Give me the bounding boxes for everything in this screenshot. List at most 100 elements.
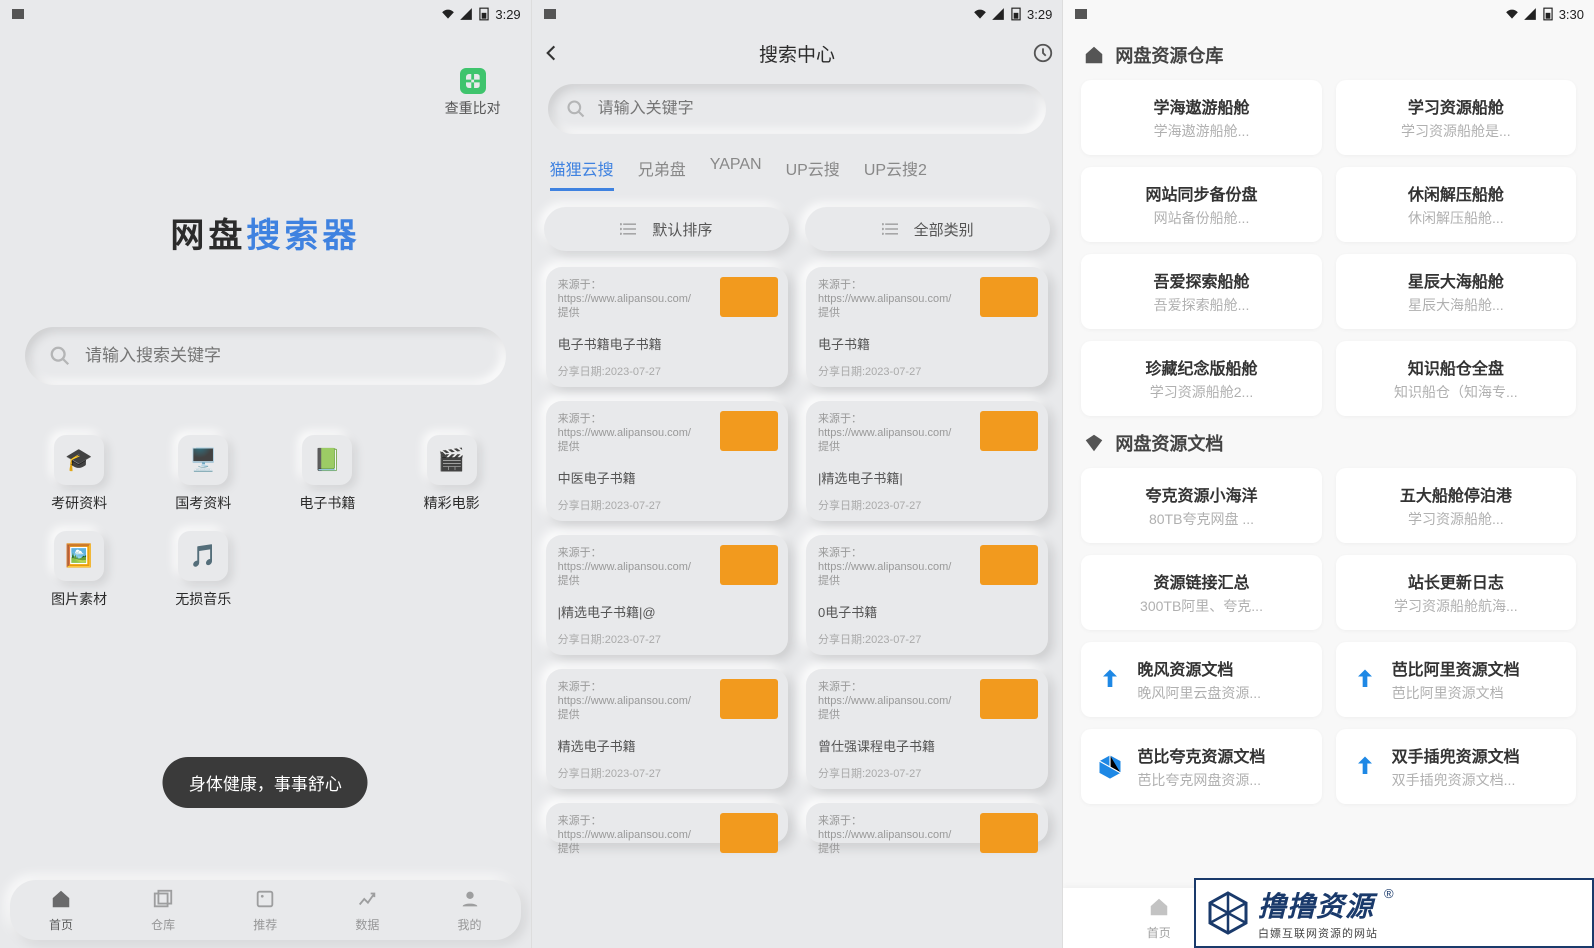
repo-card[interactable]: 网站同步备份盘网站备份船舱... [1081,167,1321,242]
tab-label: 数据 [355,916,379,933]
result-card[interactable]: 来源于：https://www.alipansou.com/提供 0电子书籍 分… [806,535,1048,655]
result-source: 来源于：https://www.alipansou.com/提供 [818,413,928,454]
repo-card[interactable]: 休闲解压船舱休闲解压船舱... [1336,167,1576,242]
source-tab[interactable]: UP云搜2 [864,156,927,191]
repo-title: 芭比阿里资源文档 [1392,656,1564,680]
page-header: 搜索中心 [532,28,1063,78]
repo-title: 知识船仓全盘 [1348,355,1564,379]
signal-icon [991,7,1005,21]
result-date: 分享日期:2023-07-27 [558,765,776,781]
result-thumbnail [980,679,1038,719]
tab-icon [152,888,174,910]
compare-button[interactable]: 查重比对 [445,68,501,118]
category-label: 考研资料 [22,493,136,513]
repo-title: 吾爱探索船舱 [1093,268,1309,292]
repo-subtitle: 双手插兜资源文档... [1392,770,1564,790]
repo-subtitle: 学海遨游船舱... [1093,121,1309,141]
notification-icon [542,7,562,21]
result-thumbnail [720,411,778,451]
compare-icon [460,68,486,94]
result-source: 来源于：https://www.alipansou.com/提供 [558,815,668,856]
result-date: 分享日期:2023-07-27 [818,765,1036,781]
repo-card[interactable]: 珍藏纪念版船舱学习资源船舱2... [1081,341,1321,416]
category-item[interactable]: 🎵无损音乐 [146,531,260,609]
repo-title: 资源链接汇总 [1093,569,1309,593]
repo-title: 学习资源船舱 [1348,94,1564,118]
search-input[interactable] [25,327,506,385]
notification-icon [10,7,30,21]
repo-icon [1093,663,1127,697]
repo-card[interactable]: 夸克资源小海洋80TB夸克网盘 ... [1081,468,1321,543]
repo-card[interactable]: 资源链接汇总300TB阿里、夸克... [1081,555,1321,630]
tab-label: 我的 [458,916,482,933]
result-card[interactable]: 来源于：https://www.alipansou.com/提供 电子书籍电子书… [546,267,788,387]
result-date: 分享日期:2023-07-27 [818,363,1036,379]
category-item[interactable]: 🎓考研资料 [22,435,136,513]
repo-title: 五大船舱停泊港 [1348,482,1564,506]
result-card[interactable]: 来源于：https://www.alipansou.com/提供 中医电子书籍 … [546,401,788,521]
category-label: 精彩电影 [395,493,509,513]
result-source: 来源于：https://www.alipansou.com/提供 [818,815,928,856]
sort-filter[interactable]: 默认排序 [544,207,789,251]
watermark-logo-icon [1204,889,1252,937]
repo-subtitle: 吾爱探索船舱... [1093,295,1309,315]
repo-card[interactable]: 吾爱探索船舱吾爱探索船舱... [1081,254,1321,329]
repo-card[interactable]: 芭比阿里资源文档芭比阿里资源文档 [1336,642,1576,717]
result-date: 分享日期:2023-07-27 [558,631,776,647]
result-card[interactable]: 来源于：https://www.alipansou.com/提供 电子书籍 分享… [806,267,1048,387]
result-title: 精选电子书籍 [558,736,776,755]
result-title: |精选电子书籍|@ [558,602,776,621]
category-item[interactable]: 📗电子书籍 [270,435,384,513]
repo-title: 休闲解压船舱 [1348,181,1564,205]
result-card[interactable]: 来源于：https://www.alipansou.com/提供 [806,803,1048,843]
tab-icon [356,888,378,910]
search-input[interactable] [548,84,1047,134]
repo-title: 珍藏纪念版船舱 [1093,355,1309,379]
source-tab[interactable]: YAPAN [710,156,762,191]
back-button[interactable] [536,38,566,68]
result-source: 来源于：https://www.alipansou.com/提供 [558,547,668,588]
repo-subtitle: 80TB夸克网盘 ... [1093,509,1309,529]
result-card[interactable]: 来源于：https://www.alipansou.com/提供 |精选电子书籍… [806,401,1048,521]
repo-card[interactable]: 双手插兜资源文档双手插兜资源文档... [1336,729,1576,804]
result-source: 来源于：https://www.alipansou.com/提供 [558,279,668,320]
repo-card[interactable]: 星辰大海船舱星辰大海船舱... [1336,254,1576,329]
category-item[interactable]: 🎬精彩电影 [395,435,509,513]
repo-subtitle: 学习资源船舱是... [1348,121,1564,141]
repo-subtitle: 知识船仓（知海专... [1348,382,1564,402]
result-card[interactable]: 来源于：https://www.alipansou.com/提供 精选电子书籍 … [546,669,788,789]
history-button[interactable] [1028,38,1058,68]
tab-item[interactable]: 推荐 [253,888,277,933]
result-card[interactable]: 来源于：https://www.alipansou.com/提供 曾仕强课程电子… [806,669,1048,789]
category-icon: 🖥️ [178,435,228,485]
result-title: 电子书籍 [818,334,1036,353]
repo-card[interactable]: 学习资源船舱学习资源船舱是... [1336,80,1576,155]
category-item[interactable]: 🖼️图片素材 [22,531,136,609]
tab-item[interactable]: 数据 [355,888,379,933]
result-date: 分享日期:2023-07-27 [558,363,776,379]
tab-item[interactable]: 首页 [1147,896,1171,941]
repo-card[interactable]: 学海遨游船舱学海遨游船舱... [1081,80,1321,155]
wifi-icon [441,7,455,21]
repo-card[interactable]: 五大船舱停泊港学习资源船舱... [1336,468,1576,543]
category-label: 电子书籍 [270,493,384,513]
tab-icon [254,888,276,910]
wifi-icon [1505,7,1519,21]
source-tab[interactable]: UP云搜 [786,156,840,191]
repo-card[interactable]: 晚风资源文档晚风阿里云盘资源... [1081,642,1321,717]
tab-item[interactable]: 我的 [458,888,482,933]
signal-icon [1523,7,1537,21]
type-filter[interactable]: 全部类别 [805,207,1050,251]
category-item[interactable]: 🖥️国考资料 [146,435,260,513]
tab-item[interactable]: 首页 [49,888,73,933]
app-title: 网盘搜索器 [20,208,511,257]
list-icon [620,222,636,236]
repo-card[interactable]: 站长更新日志学习资源船舱航海... [1336,555,1576,630]
result-card[interactable]: 来源于：https://www.alipansou.com/提供 |精选电子书籍… [546,535,788,655]
result-card[interactable]: 来源于：https://www.alipansou.com/提供 [546,803,788,843]
repo-card[interactable]: 知识船仓全盘知识船仓（知海专... [1336,341,1576,416]
repo-card[interactable]: 芭比夸克资源文档芭比夸克网盘资源... [1081,729,1321,804]
tab-item[interactable]: 仓库 [151,888,175,933]
source-tab[interactable]: 猫狸云搜 [550,156,614,191]
source-tab[interactable]: 兄弟盘 [638,156,686,191]
